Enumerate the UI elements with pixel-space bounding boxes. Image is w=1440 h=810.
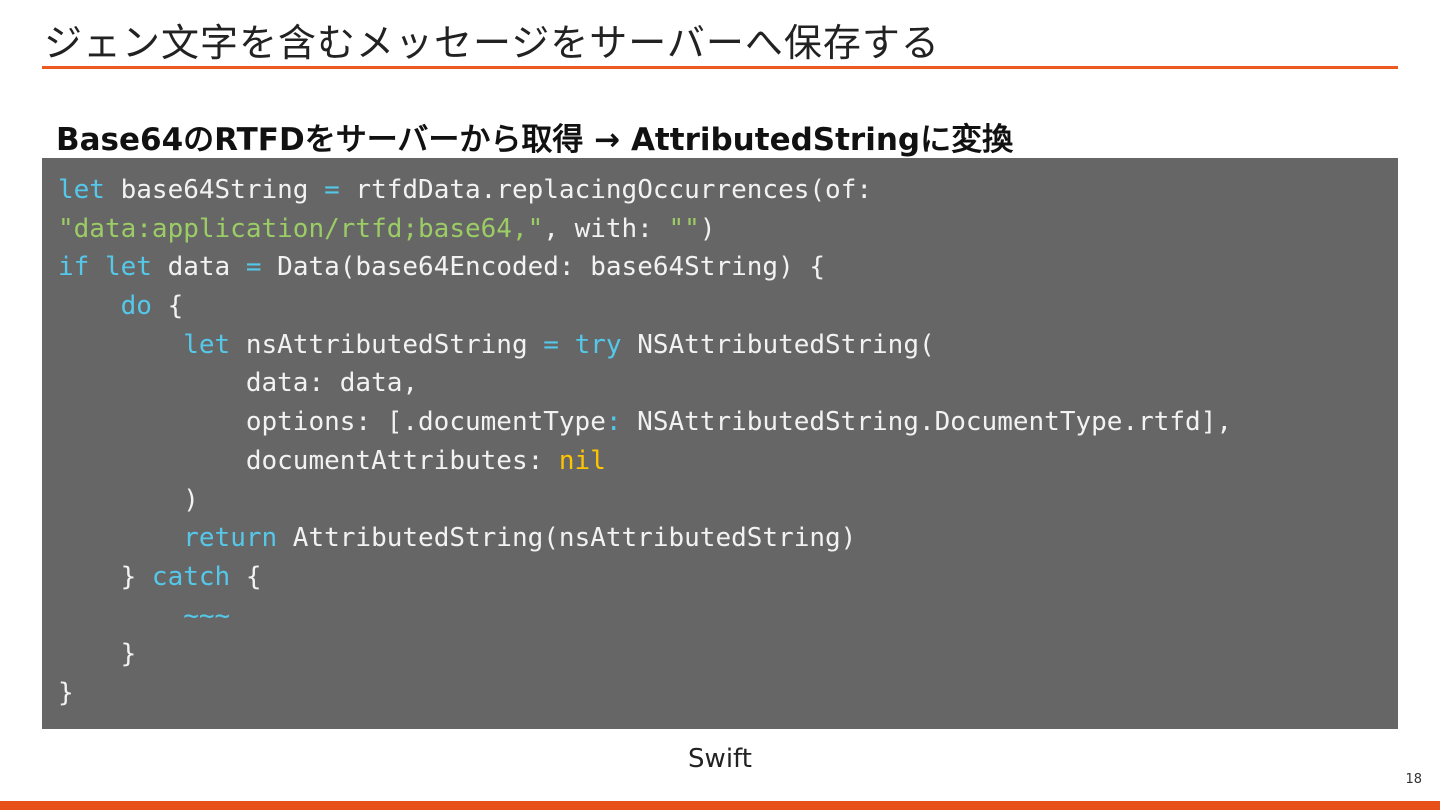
code-token: try: [574, 329, 622, 360]
code-token: }: [58, 677, 74, 708]
code-token: "data:application/rtfd;base64,": [58, 213, 544, 244]
code-token: ): [699, 213, 716, 244]
code-line: options: [.documentType: NSAttributedStr…: [58, 403, 1398, 442]
code-token: nsAttributedString: [230, 329, 544, 360]
code-token: }: [58, 561, 152, 592]
code-line: if let data = Data(base64Encoded: base64…: [58, 248, 1398, 287]
code-block: let base64String = rtfdData.replacingOcc…: [42, 158, 1398, 729]
code-token: {: [151, 291, 184, 322]
code-token: ): [58, 484, 199, 515]
slide-title: ジェン文字を含むメッセージをサーバーへ保存する: [44, 21, 940, 65]
code-token: let: [104, 252, 152, 283]
code-line: documentAttributes: nil: [58, 442, 1398, 481]
code-line: }: [58, 674, 1398, 713]
code-token: }: [58, 639, 137, 670]
code-token: let: [183, 329, 231, 360]
section-heading: Base64のRTFDをサーバーから取得 → AttributedStringに…: [56, 122, 1014, 158]
code-token: if: [58, 252, 90, 283]
page-number: 18: [1405, 772, 1422, 787]
code-line: } catch {: [58, 558, 1398, 597]
code-token: options: [.documentType: [58, 407, 606, 438]
code-token: {: [230, 561, 262, 592]
code-token: NSAttributedString(: [621, 329, 935, 360]
code-token: rtfdData.replacingOccurrences(of:: [339, 175, 872, 205]
code-line: data: data,: [58, 364, 1398, 403]
code-token: nil: [558, 445, 606, 476]
code-line: ): [58, 481, 1398, 520]
code-token: =: [543, 329, 559, 360]
code-line: let nsAttributedString = try NSAttribute…: [58, 326, 1398, 365]
code-token: :: [605, 407, 622, 438]
code-token: data: data,: [58, 368, 419, 399]
footer-accent-bar: [0, 801, 1440, 810]
code-token: let: [58, 175, 105, 205]
code-line: do {: [58, 287, 1398, 326]
code-line: let base64String = rtfdData.replacingOcc…: [58, 171, 1398, 210]
code-token: =: [324, 175, 340, 205]
code-token: do: [120, 291, 152, 322]
code-line: ~~~: [58, 597, 1398, 636]
code-token: return: [183, 523, 278, 554]
code-token: ~~~: [183, 600, 231, 631]
code-line: "data:application/rtfd;base64,", with: "…: [58, 210, 1398, 249]
code-token: catch: [151, 561, 231, 592]
code-token: NSAttributedString.DocumentType.rtfd],: [621, 407, 1233, 438]
code-token: data: [151, 252, 246, 283]
code-token: "": [668, 213, 700, 244]
code-token: Data(base64Encoded: base64String) {: [261, 252, 826, 283]
code-line: }: [58, 635, 1398, 674]
title-underline: [42, 66, 1398, 69]
code-token: AttributedString(nsAttributedString): [277, 523, 857, 554]
code-language-caption: Swift: [688, 744, 752, 774]
code-token: , with:: [543, 213, 669, 244]
code-token: documentAttributes:: [58, 445, 559, 476]
code-line: return AttributedString(nsAttributedStri…: [58, 519, 1398, 558]
code-token: base64String: [104, 175, 325, 205]
code-token: =: [245, 252, 262, 283]
